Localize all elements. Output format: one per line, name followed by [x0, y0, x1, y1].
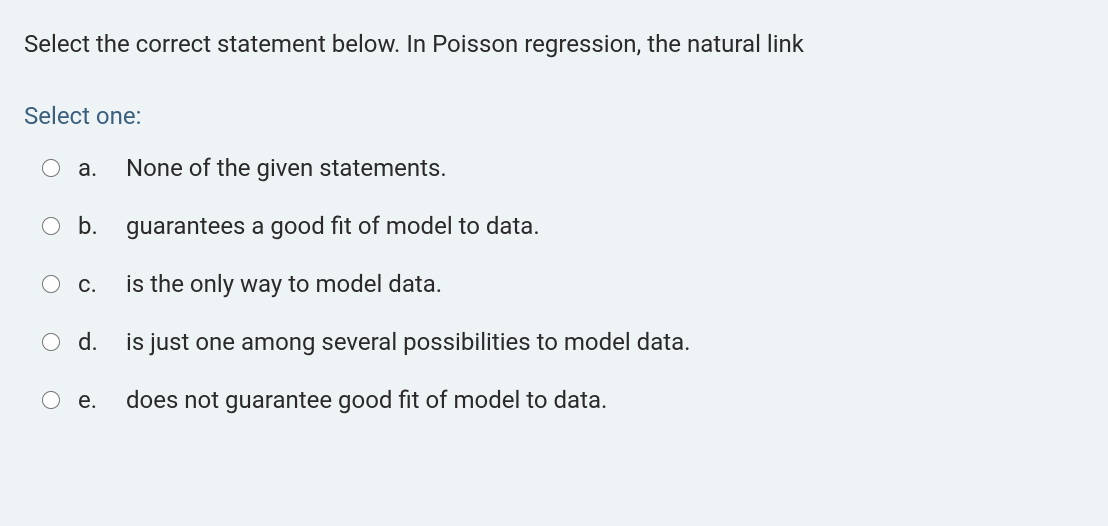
option-row: d. is just one among several possibiliti…	[42, 328, 1084, 356]
option-radio-b[interactable]	[42, 217, 60, 235]
option-row: a. None of the given statements.	[42, 154, 1084, 182]
option-radio-d[interactable]	[42, 333, 60, 351]
option-radio-e[interactable]	[42, 391, 60, 409]
option-text: guarantees a good fit of model to data.	[126, 212, 540, 240]
question-text: Select the correct statement below. In P…	[24, 28, 1084, 62]
option-radio-a[interactable]	[42, 159, 60, 177]
option-row: c. is the only way to model data.	[42, 270, 1084, 298]
option-letter: e.	[78, 386, 126, 414]
select-prompt: Select one:	[24, 102, 1084, 130]
option-text: None of the given statements.	[126, 154, 447, 182]
option-radio-c[interactable]	[42, 275, 60, 293]
option-letter: d.	[78, 328, 126, 356]
option-letter: a.	[78, 154, 126, 182]
option-row: b. guarantees a good fit of model to dat…	[42, 212, 1084, 240]
option-letter: c.	[78, 270, 126, 298]
options-list: a. None of the given statements. b. guar…	[24, 154, 1084, 414]
option-text: is just one among several possibilities …	[126, 328, 690, 356]
option-text: does not guarantee good fit of model to …	[126, 386, 607, 414]
option-row: e. does not guarantee good fit of model …	[42, 386, 1084, 414]
option-text: is the only way to model data.	[126, 270, 442, 298]
option-letter: b.	[78, 212, 126, 240]
